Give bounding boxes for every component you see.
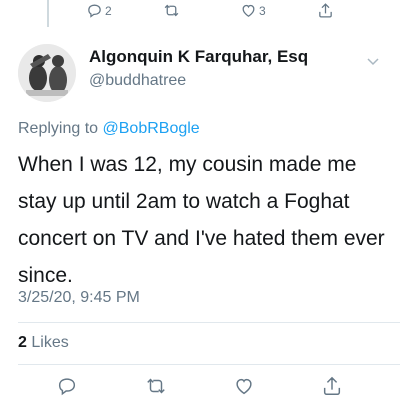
- share-button[interactable]: [320, 374, 344, 398]
- previous-reply-button[interactable]: 2: [86, 2, 112, 19]
- replying-to-line: Replying to @BobRBogle: [18, 120, 200, 138]
- previous-retweet-button[interactable]: [163, 2, 180, 19]
- reply-icon: [58, 378, 76, 396]
- chevron-down-icon[interactable]: [366, 54, 380, 68]
- likes-stat[interactable]: 2 Likes: [18, 334, 69, 352]
- reply-button[interactable]: [55, 374, 79, 398]
- tweet-timestamp[interactable]: 3/25/20, 9:45 PM: [18, 289, 140, 307]
- previous-tweet-action-bar: 2 3: [0, 0, 400, 30]
- retweet-icon: [164, 4, 179, 17]
- retweet-button[interactable]: [144, 374, 168, 398]
- user-handle[interactable]: @buddhatree: [89, 72, 186, 90]
- likes-count: 2: [18, 334, 27, 351]
- display-name[interactable]: Algonquin K Farquhar, Esq: [89, 47, 308, 67]
- like-button[interactable]: [232, 374, 256, 398]
- avatar[interactable]: [18, 44, 76, 102]
- previous-like-button[interactable]: 3: [240, 2, 266, 19]
- divider: [18, 364, 400, 365]
- retweet-icon: [147, 378, 165, 394]
- divider: [18, 322, 400, 323]
- reply-count: 2: [105, 3, 112, 18]
- share-icon: [323, 376, 341, 395]
- replying-to-mention-link[interactable]: @BobRBogle: [103, 120, 200, 137]
- like-count: 3: [259, 3, 266, 18]
- likes-label: Likes: [31, 334, 69, 351]
- heart-icon: [236, 378, 252, 395]
- share-icon: [319, 3, 332, 18]
- replying-to-prefix: Replying to: [18, 120, 99, 137]
- tweet-text: When I was 12, my cousin made me stay up…: [18, 153, 385, 287]
- heart-icon: [242, 4, 255, 17]
- reply-icon: [88, 4, 101, 18]
- previous-share-button[interactable]: [317, 2, 334, 19]
